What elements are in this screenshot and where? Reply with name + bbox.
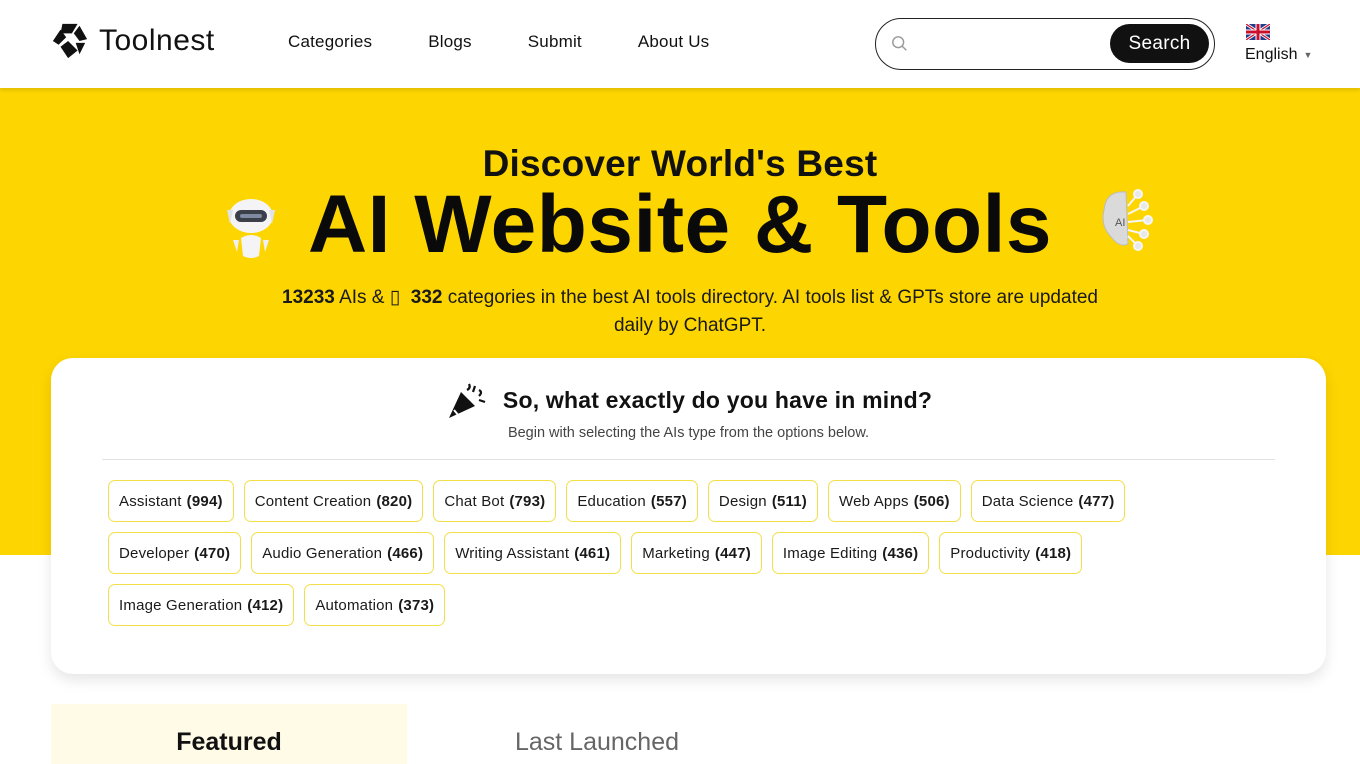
uk-flag-icon bbox=[1246, 24, 1270, 40]
hero-title: AI Website & Tools bbox=[307, 179, 1053, 270]
category-name: Developer bbox=[119, 544, 190, 562]
category-name: Web Apps bbox=[839, 492, 909, 510]
hero-description-rest: categories in the best AI tools director… bbox=[442, 287, 1098, 336]
logo[interactable]: Toolnest bbox=[51, 22, 215, 60]
category-count: (447) bbox=[714, 544, 751, 562]
category-count: (461) bbox=[574, 544, 611, 562]
nav-about-us[interactable]: About Us bbox=[638, 32, 710, 52]
category-count: (373) bbox=[398, 596, 435, 614]
category-name: Image Generation bbox=[119, 596, 243, 614]
category-chip[interactable]: Productivity (418) bbox=[939, 532, 1083, 574]
ai-label: AIs & bbox=[334, 287, 390, 308]
nav-submit[interactable]: Submit bbox=[528, 32, 582, 52]
missing-glyph-icon: ▯ bbox=[389, 287, 401, 308]
ai-count: 13233 bbox=[282, 287, 335, 308]
category-name: Education bbox=[577, 492, 646, 510]
search-button[interactable]: Search bbox=[1110, 24, 1209, 63]
category-name: Audio Generation bbox=[262, 544, 383, 562]
nav-categories[interactable]: Categories bbox=[288, 32, 372, 52]
category-count: (511) bbox=[771, 492, 808, 510]
caret-down-icon: ▼ bbox=[1303, 50, 1313, 60]
category-count: (418) bbox=[1035, 544, 1072, 562]
category-picker-card: So, what exactly do you have in mind? Be… bbox=[51, 358, 1326, 674]
category-chip[interactable]: Image Editing (436) bbox=[771, 532, 930, 574]
search-icon bbox=[892, 36, 907, 51]
site-header: Toolnest Categories Blogs Submit About U… bbox=[0, 0, 1360, 88]
search-input[interactable] bbox=[918, 29, 1104, 59]
category-count: (506) bbox=[913, 492, 950, 510]
category-name: Marketing bbox=[642, 544, 710, 562]
category-chip[interactable]: Chat Bot (793) bbox=[433, 480, 557, 522]
category-count: (994) bbox=[186, 492, 223, 510]
category-count: (477) bbox=[1078, 492, 1115, 510]
category-chip[interactable]: Developer (470) bbox=[108, 532, 242, 574]
category-name: Data Science bbox=[981, 492, 1074, 510]
toolnest-logo-icon bbox=[52, 23, 88, 59]
category-chip[interactable]: Education (557) bbox=[566, 480, 698, 522]
category-count: (470) bbox=[194, 544, 231, 562]
category-chip[interactable]: Assistant (994) bbox=[108, 480, 234, 522]
tab-featured[interactable]: Featured bbox=[51, 704, 407, 764]
category-chips: Assistant (994) Content Creation (820) Chat … bbox=[108, 480, 1248, 626]
nav-blogs[interactable]: Blogs bbox=[428, 32, 472, 52]
category-name: Chat Bot bbox=[444, 492, 505, 510]
card-subtitle: Begin with selecting the AIs type from t… bbox=[507, 425, 870, 441]
category-chip[interactable]: Writing Assistant (461) bbox=[444, 532, 622, 574]
category-chip[interactable]: Data Science (477) bbox=[970, 480, 1126, 522]
category-name: Writing Assistant bbox=[455, 544, 570, 562]
tab-last-launched[interactable]: Last Launched bbox=[407, 704, 787, 764]
search-bar: Search bbox=[875, 18, 1215, 70]
category-chip[interactable]: Automation (373) bbox=[304, 584, 446, 626]
category-count: (557) bbox=[650, 492, 687, 510]
main-nav: Categories Blogs Submit About Us bbox=[288, 32, 765, 52]
category-count: (412) bbox=[247, 596, 284, 614]
category-chip[interactable]: Audio Generation (466) bbox=[251, 532, 435, 574]
category-chip[interactable]: Design (511) bbox=[707, 480, 819, 522]
category-name: Automation bbox=[315, 596, 394, 614]
category-name: Assistant bbox=[119, 492, 182, 510]
language-selector[interactable]: English ▼ bbox=[1245, 24, 1312, 64]
party-popper-icon bbox=[448, 383, 486, 418]
hero-description: 13233 AIs & ▯ 332 categories in the best… bbox=[280, 284, 1100, 340]
category-name: Design bbox=[718, 492, 767, 510]
category-chip[interactable]: Web Apps (506) bbox=[828, 480, 961, 522]
divider bbox=[102, 459, 1275, 460]
listing-tabs: Featured Last Launched bbox=[51, 704, 1326, 764]
category-chip[interactable]: Marketing (447) bbox=[631, 532, 762, 574]
language-label: English bbox=[1245, 46, 1298, 63]
category-chip[interactable]: Content Creation (820) bbox=[243, 480, 424, 522]
category-name: Productivity bbox=[950, 544, 1031, 562]
category-chip[interactable]: Image Generation (412) bbox=[108, 584, 295, 626]
svg-text:AI: AI bbox=[1115, 217, 1125, 229]
category-count: (820) bbox=[376, 492, 413, 510]
category-count: (793) bbox=[509, 492, 546, 510]
category-count: (466) bbox=[387, 544, 424, 562]
category-name: Image Editing bbox=[782, 544, 878, 562]
category-count: 332 bbox=[410, 287, 443, 308]
ai-brain-icon: AI bbox=[1102, 189, 1153, 251]
logo-text: Toolnest bbox=[99, 24, 215, 57]
category-count: (436) bbox=[882, 544, 919, 562]
category-name: Content Creation bbox=[254, 492, 372, 510]
card-title: So, what exactly do you have in mind? bbox=[502, 386, 933, 413]
